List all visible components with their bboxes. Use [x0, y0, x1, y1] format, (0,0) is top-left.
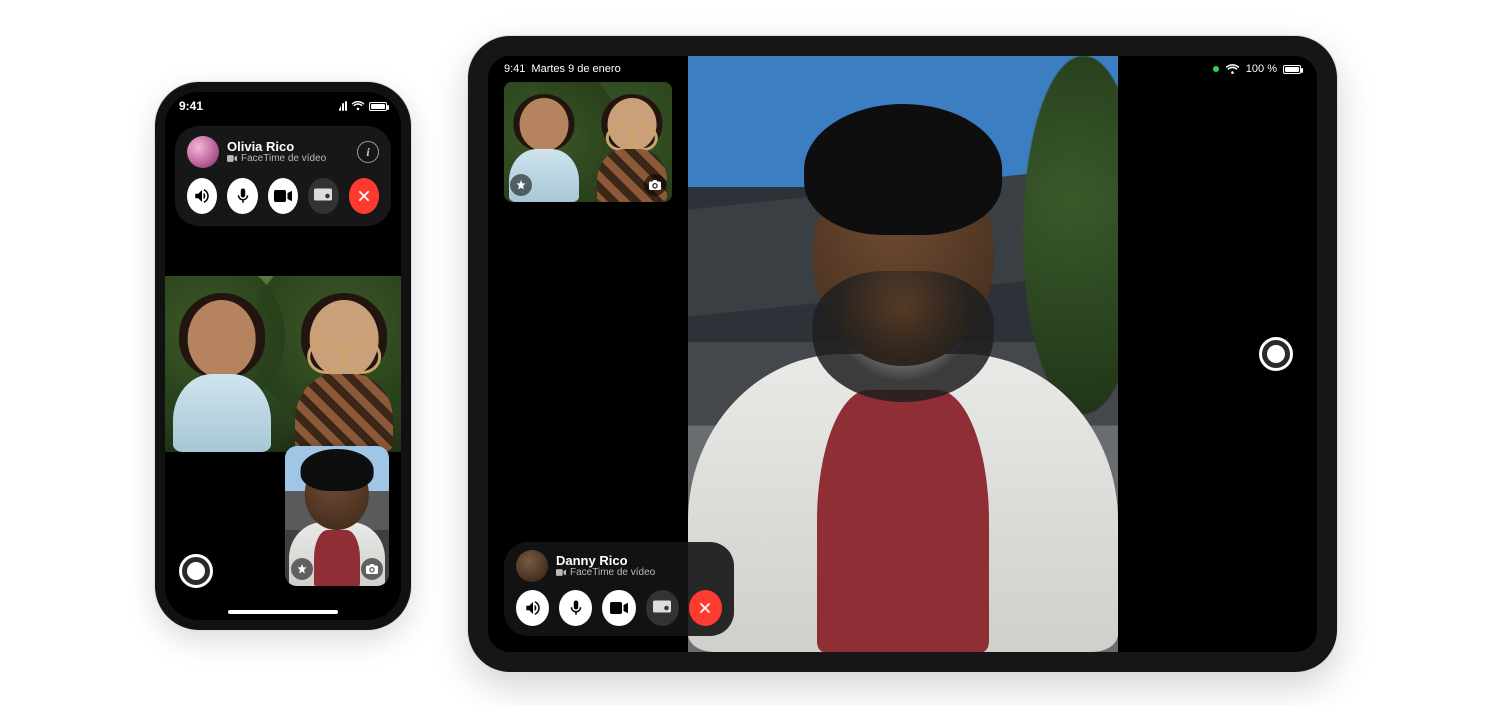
flip-camera-button[interactable]: [361, 558, 383, 580]
ipad-device: 9:41 Martes 9 de enero 100 %: [468, 36, 1337, 672]
battery-text: 100 %: [1246, 63, 1277, 75]
battery-icon: [369, 102, 387, 111]
speaker-icon: [524, 599, 542, 617]
remote-video-placeholder: [165, 276, 401, 452]
caller-row: Olivia Rico FaceTime de vídeo i: [187, 136, 379, 168]
video-icon: [227, 155, 237, 162]
caller-subtitle-text: FaceTime de vídeo: [241, 154, 326, 165]
speaker-button[interactable]: [516, 590, 549, 626]
iphone-device: 9:41 Olivia Rico FaceTime de vídeo: [155, 82, 411, 630]
flip-camera-button[interactable]: [644, 174, 666, 196]
share-screen-icon: [653, 600, 671, 616]
caller-subtitle: FaceTime de vídeo: [227, 154, 326, 165]
share-screen-icon: [314, 188, 332, 204]
camera-icon: [610, 601, 628, 615]
caller-text: Olivia Rico FaceTime de vídeo: [227, 140, 326, 164]
share-screen-button[interactable]: [308, 178, 338, 214]
call-header-card: Olivia Rico FaceTime de vídeo i: [175, 126, 391, 226]
camera-button[interactable]: [268, 178, 298, 214]
camera-flip-icon: [649, 180, 661, 190]
call-header-card: Danny Rico FaceTime de vídeo: [504, 542, 734, 636]
camera-button[interactable]: [602, 590, 635, 626]
info-button[interactable]: i: [357, 141, 379, 163]
caller-row: Danny Rico FaceTime de vídeo: [516, 550, 722, 582]
device-showcase: 9:41 Olivia Rico FaceTime de vídeo: [0, 0, 1487, 705]
camera-icon: [274, 189, 292, 203]
status-time: 9:41: [504, 63, 525, 75]
caller-name: Danny Rico: [556, 554, 655, 568]
remote-video-main: [688, 56, 1118, 652]
remote-video-tile: [165, 276, 401, 452]
caller-text: Danny Rico FaceTime de vídeo: [556, 554, 655, 578]
speaker-button[interactable]: [187, 178, 217, 214]
home-indicator[interactable]: [228, 610, 338, 614]
status-time: 9:41: [179, 99, 203, 113]
close-icon: [357, 189, 371, 203]
effects-button[interactable]: [510, 174, 532, 196]
caller-subtitle: FaceTime de vídeo: [556, 568, 655, 579]
star-icon: [515, 179, 527, 191]
close-icon: [698, 601, 712, 615]
self-view-tile[interactable]: [504, 82, 672, 202]
star-icon: [296, 563, 308, 575]
end-call-button[interactable]: [349, 178, 379, 214]
video-icon: [556, 569, 566, 576]
live-photo-shutter[interactable]: live-photo: [1259, 337, 1293, 371]
wifi-icon: [1225, 64, 1240, 75]
camera-flip-icon: [366, 564, 378, 574]
live-photo-shutter[interactable]: live-photo: [179, 554, 213, 588]
speaker-icon: [193, 187, 211, 205]
battery-icon: [1283, 65, 1301, 74]
status-right: [336, 101, 387, 111]
camera-in-use-dot: [1213, 66, 1219, 72]
mute-button[interactable]: [559, 590, 592, 626]
status-bar: 9:41 Martes 9 de enero 100 %: [488, 60, 1317, 78]
microphone-icon: [567, 599, 585, 617]
effects-button[interactable]: [291, 558, 313, 580]
wifi-icon: [351, 101, 365, 111]
status-date: Martes 9 de enero: [531, 63, 620, 75]
end-call-button[interactable]: [689, 590, 722, 626]
avatar: [187, 136, 219, 168]
share-screen-button[interactable]: [646, 590, 679, 626]
self-view-tile[interactable]: [285, 446, 389, 586]
call-controls: [187, 178, 379, 214]
iphone-notch: [224, 92, 342, 116]
avatar: [516, 550, 548, 582]
call-controls: [516, 590, 722, 626]
caller-name: Olivia Rico: [227, 140, 326, 154]
microphone-icon: [234, 187, 252, 205]
caller-subtitle-text: FaceTime de vídeo: [570, 568, 655, 579]
mute-button[interactable]: [227, 178, 257, 214]
